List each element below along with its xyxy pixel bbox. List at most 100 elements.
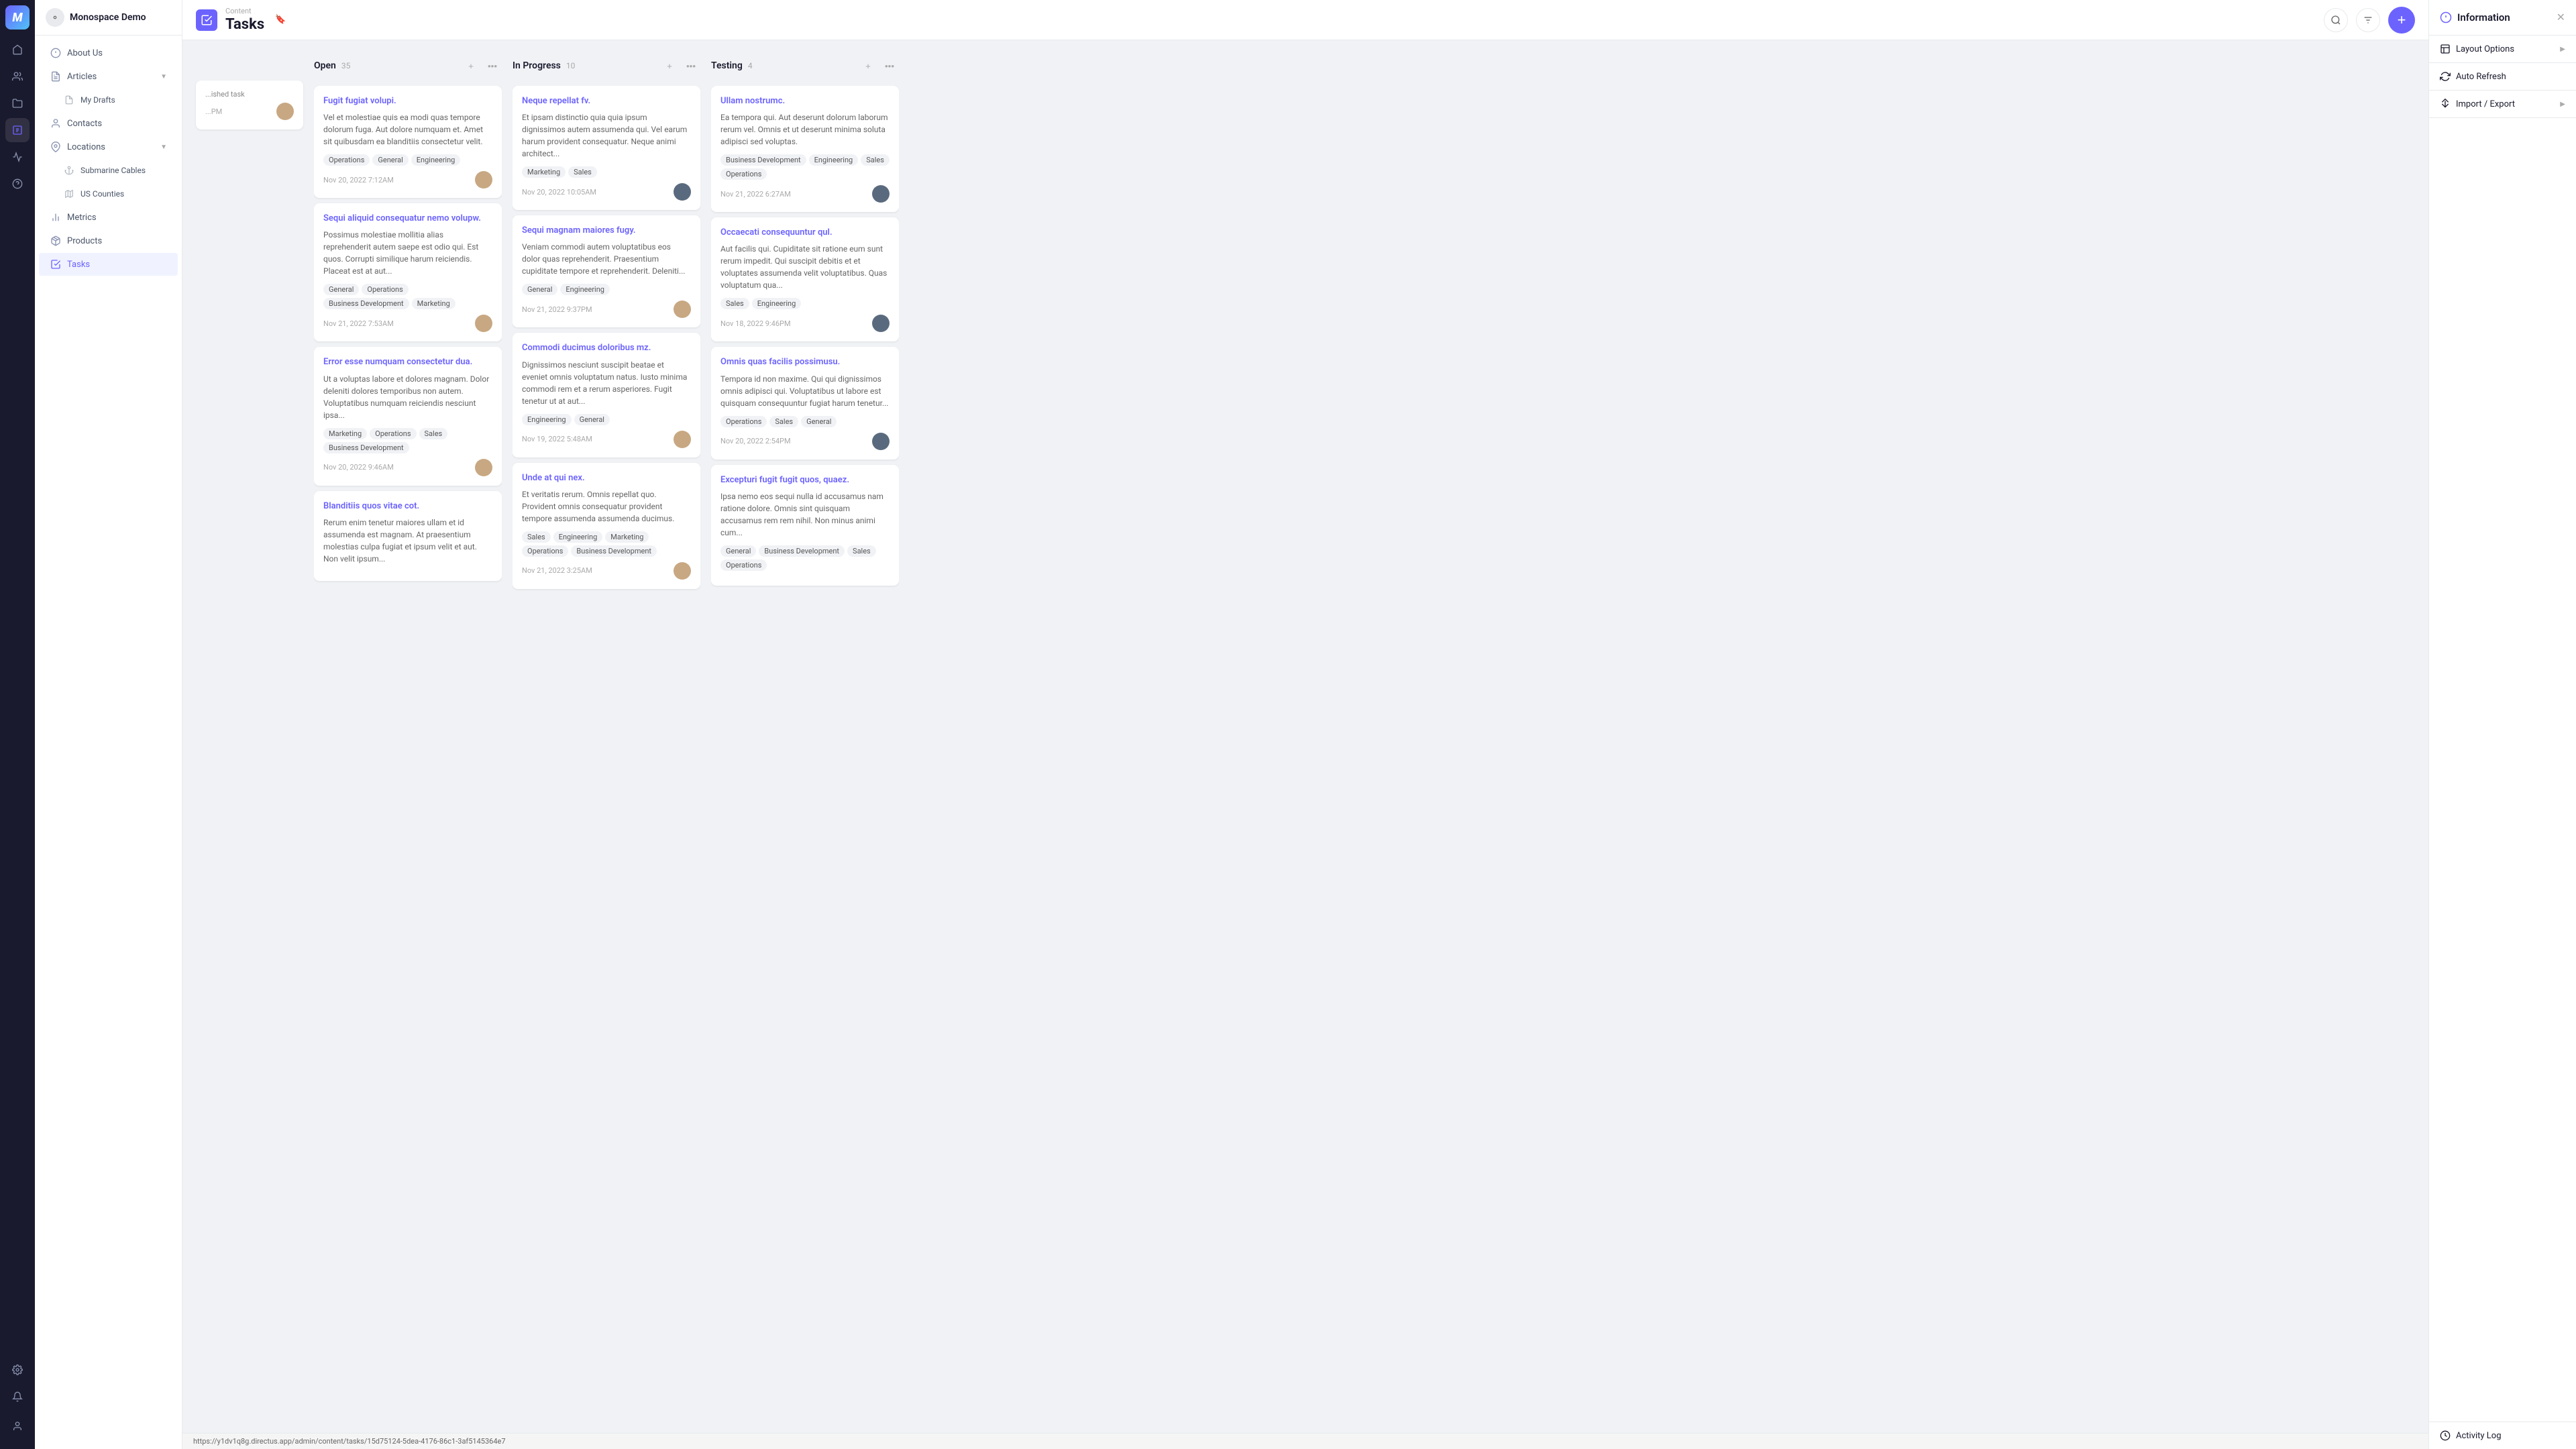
nav-icon-analytics[interactable] <box>5 145 30 169</box>
right-panel-section-activity-log[interactable]: Activity Log <box>2429 1421 2576 1449</box>
tag-sales: Sales <box>522 531 551 543</box>
table-row[interactable]: Sequi aliquid consequatur nemo volupw. P… <box>314 203 502 341</box>
app-logo[interactable]: M <box>5 5 30 30</box>
column-title-testing: Testing <box>711 60 743 71</box>
sidebar-item-about-us[interactable]: About Us <box>39 42 178 64</box>
column-count-in-progress: 10 <box>566 61 576 70</box>
workspace-name: Monospace Demo <box>70 12 146 23</box>
card-title: Sequi magnam maiores fugy. <box>522 225 691 237</box>
card-body: Veniam commodi autem voluptatibus eos do… <box>522 241 691 277</box>
card-date: Nov 21, 2022 6:27AM <box>720 190 791 199</box>
table-row[interactable]: Occaecati consequuntur qul. Aut facilis … <box>711 217 899 341</box>
filter-button[interactable] <box>2356 8 2380 32</box>
column-title-in-progress: In Progress <box>513 60 561 71</box>
logo-letter: M <box>12 11 22 25</box>
nav-icon-folder[interactable] <box>5 91 30 115</box>
column-add-testing[interactable]: + <box>859 56 877 75</box>
tag-engineering: Engineering <box>560 284 610 295</box>
card-partial-finished[interactable]: ...ished task ...PM <box>196 80 303 129</box>
table-row[interactable]: Unde at qui nex. Et veritatis rerum. Omn… <box>513 463 700 589</box>
table-row[interactable]: Blanditiis quos vitae cot. Rerum enim te… <box>314 491 502 581</box>
column-open: Open 35 + ••• Fugit fugiat volupi. Vel e… <box>314 54 502 1419</box>
sidebar-item-contacts[interactable]: Contacts <box>39 112 178 135</box>
sidebar-navigation: About Us Articles ▼ My Drafts Contacts <box>35 36 182 1449</box>
card-body: Tempora id non maxime. Qui qui dignissim… <box>720 373 890 409</box>
search-button[interactable] <box>2324 8 2348 32</box>
tag-engineering: Engineering <box>809 154 859 166</box>
table-row[interactable]: Omnis quas facilis possimusu. Tempora id… <box>711 347 899 459</box>
card-footer: Nov 21, 2022 3:25AM <box>522 562 691 580</box>
right-panel-section-import-export[interactable]: Import / Export ▶ <box>2429 91 2576 118</box>
column-menu-in-progress[interactable]: ••• <box>682 56 700 75</box>
right-panel-section-auto-refresh[interactable]: Auto Refresh <box>2429 63 2576 91</box>
sidebar-item-label-articles: Articles <box>67 72 155 82</box>
column-partial-left: ...ished task ...PM <box>196 54 303 1419</box>
sidebar-item-products[interactable]: Products <box>39 229 178 252</box>
column-add-in-progress[interactable]: + <box>660 56 679 75</box>
layout-options-label: Layout Options <box>2440 44 2514 54</box>
chevron-down-icon-locations: ▼ <box>160 144 167 151</box>
table-row[interactable]: Commodi ducimus doloribus mz. Dignissimo… <box>513 333 700 457</box>
table-row[interactable]: Sequi magnam maiores fugy. Veniam commod… <box>513 215 700 327</box>
nav-icon-user-profile[interactable] <box>5 1414 30 1438</box>
card-tags: Operations Sales General <box>720 416 890 427</box>
sidebar-item-label-submarine-cables: Submarine Cables <box>80 166 167 175</box>
workspace-switcher[interactable]: Monospace Demo <box>35 0 182 36</box>
card-avatar <box>475 171 492 189</box>
table-row[interactable]: Excepturi fugit fugit quos, quaez. Ipsa … <box>711 465 899 586</box>
table-row[interactable]: Ullam nostrumc. Ea tempora qui. Aut dese… <box>711 86 899 212</box>
column-menu-open[interactable]: ••• <box>483 56 502 75</box>
sidebar-item-locations[interactable]: Locations ▼ <box>39 136 178 158</box>
partial-date: ...PM <box>205 107 222 116</box>
bookmark-icon[interactable]: 🔖 <box>275 15 286 25</box>
nav-icon-settings[interactable] <box>5 1358 30 1382</box>
tag-general: General <box>574 414 610 425</box>
right-panel-section-layout-options[interactable]: Layout Options ▶ <box>2429 36 2576 63</box>
chevron-down-icon: ▼ <box>160 73 167 80</box>
add-button[interactable]: + <box>2388 7 2415 34</box>
sidebar-item-articles[interactable]: Articles ▼ <box>39 65 178 88</box>
nav-icon-notifications[interactable] <box>5 1385 30 1409</box>
sidebar-item-label-products: Products <box>67 236 167 246</box>
tag-general: General <box>323 284 359 295</box>
column-count-testing: 4 <box>748 61 753 70</box>
partial-label: ...ished task <box>205 90 294 99</box>
kanban-board: ...ished task ...PM Open 35 + ••• F <box>182 40 2428 1433</box>
sidebar-item-metrics[interactable]: Metrics <box>39 206 178 229</box>
card-avatar <box>872 185 890 203</box>
nav-icon-users[interactable] <box>5 64 30 89</box>
tag-business-dev: Business Development <box>759 545 845 557</box>
card-avatar <box>674 301 691 318</box>
nav-icon-help[interactable] <box>5 172 30 196</box>
card-body: Aut facilis qui. Cupiditate sit ratione … <box>720 243 890 291</box>
table-row[interactable]: Fugit fugiat volupi. Vel et molestiae qu… <box>314 86 502 198</box>
card-footer: Nov 20, 2022 10:05AM <box>522 183 691 201</box>
tag-business-dev: Business Development <box>323 298 409 309</box>
card-footer: Nov 20, 2022 9:46AM <box>323 459 492 476</box>
sidebar-item-label-about-us: About Us <box>67 48 167 58</box>
sidebar-item-my-drafts[interactable]: My Drafts <box>52 89 178 111</box>
card-footer: Nov 21, 2022 7:53AM <box>323 315 492 332</box>
right-panel-close-button[interactable]: ✕ <box>2557 11 2565 24</box>
column-add-open[interactable]: + <box>462 56 480 75</box>
card-body: Ea tempora qui. Aut deserunt dolorum lab… <box>720 111 890 148</box>
card-footer: Nov 20, 2022 7:12AM <box>323 171 492 189</box>
nav-icon-home[interactable] <box>5 38 30 62</box>
table-row[interactable]: Neque repellat fv. Et ipsam distinctio q… <box>513 86 700 210</box>
card-body: Et veritatis rerum. Omnis repellat quo. … <box>522 488 691 525</box>
column-cards-in-progress: Neque repellat fv. Et ipsam distinctio q… <box>513 86 700 1419</box>
card-title: Neque repellat fv. <box>522 95 691 107</box>
tag-marketing: Marketing <box>522 166 566 178</box>
nav-icon-content[interactable] <box>5 118 30 142</box>
sidebar-item-tasks[interactable]: Tasks <box>39 253 178 276</box>
column-menu-testing[interactable]: ••• <box>880 56 899 75</box>
table-row[interactable]: Error esse numquam consectetur dua. Ut a… <box>314 347 502 485</box>
sidebar-item-submarine-cables[interactable]: Submarine Cables <box>52 159 178 182</box>
card-footer: Nov 19, 2022 5:48AM <box>522 431 691 448</box>
card-date: Nov 20, 2022 7:12AM <box>323 176 394 184</box>
tag-business-dev: Business Development <box>323 442 409 453</box>
card-footer: Nov 21, 2022 6:27AM <box>720 185 890 203</box>
clock-icon <box>2440 1430 2451 1441</box>
page-title: Tasks <box>225 16 264 33</box>
sidebar-item-us-counties[interactable]: US Counties <box>52 182 178 205</box>
